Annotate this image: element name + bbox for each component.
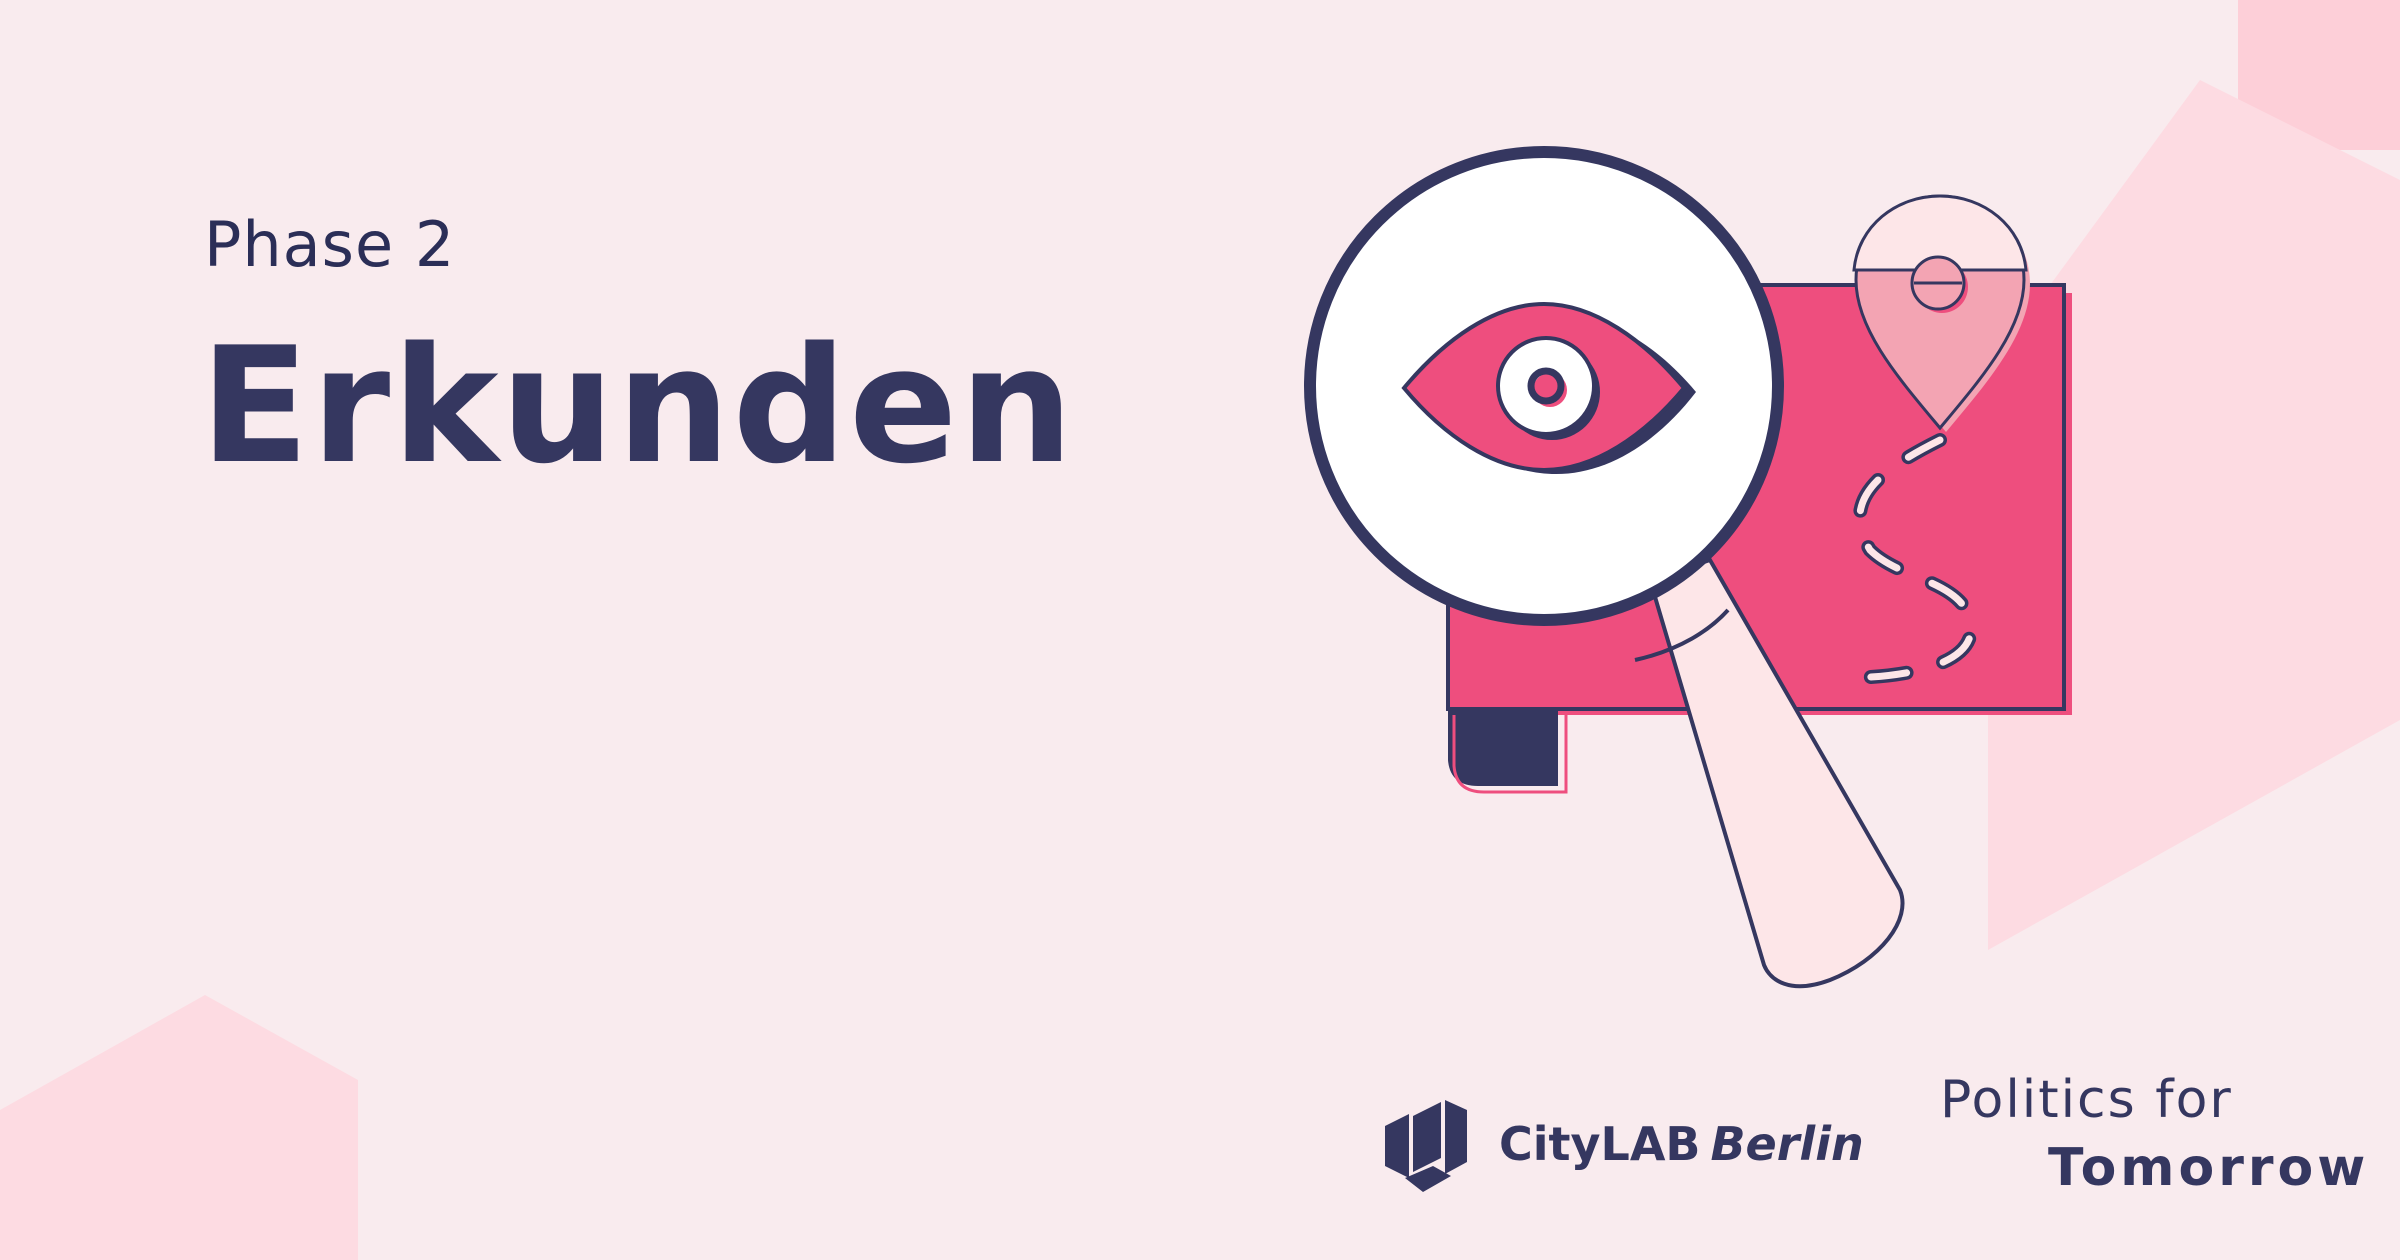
pft-line-2: Tomorrow [2048, 1138, 2370, 1198]
explore-illustration [1304, 146, 2072, 989]
hexagon-shape-bottom-left [0, 995, 358, 1260]
page-title: Erkunden [200, 312, 1076, 499]
citylab-cube-icon [1385, 1100, 1467, 1192]
citylab-berlin-logo: CityLAB Berlin [1385, 1096, 1864, 1192]
pft-line-1: Politics for [1940, 1070, 2233, 1130]
phase-label: Phase 2 [204, 208, 456, 281]
politics-for-tomorrow-logo: Politics for Tomorrow [1940, 1070, 2365, 1200]
citylab-city: Berlin [1710, 1117, 1864, 1171]
citylab-name: CityLAB [1499, 1117, 1701, 1171]
citylab-wordmark: CityLAB Berlin [1499, 1117, 1864, 1171]
